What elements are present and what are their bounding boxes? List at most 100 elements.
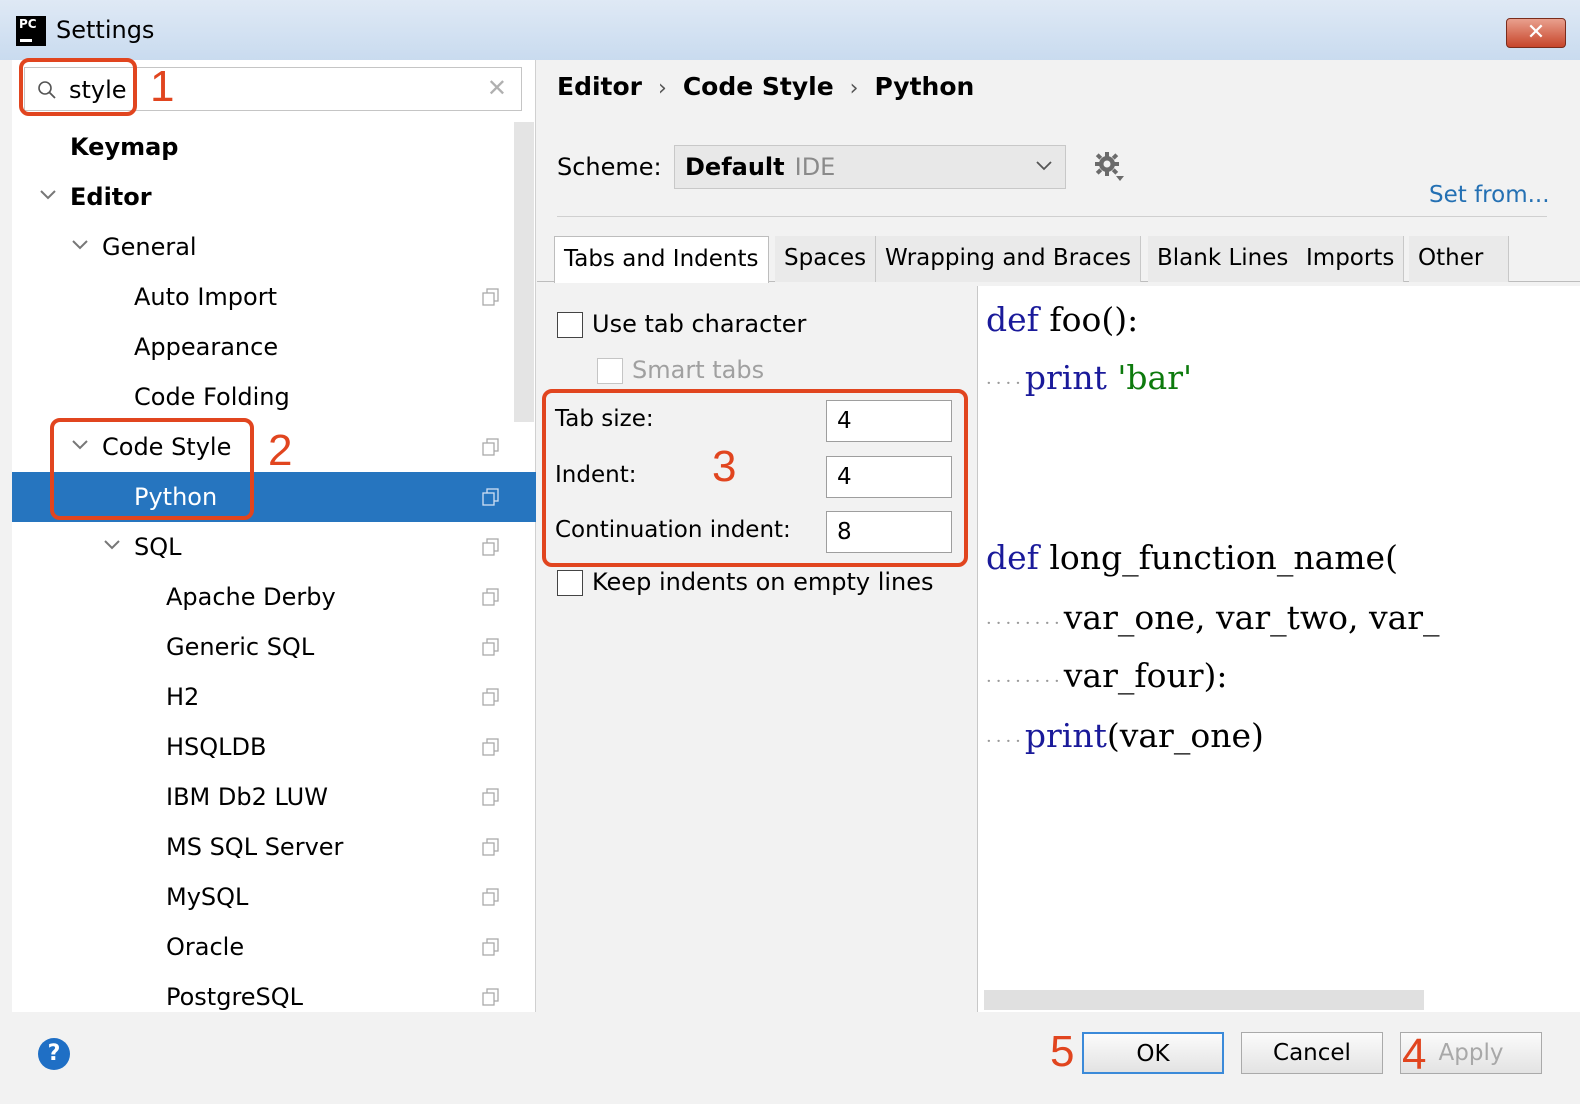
tree-item-label: Auto Import (134, 283, 278, 311)
use-tab-checkbox[interactable] (557, 312, 583, 338)
search-box[interactable]: style ✕ (24, 67, 522, 111)
chevron-down-icon[interactable] (38, 188, 58, 202)
tree-item-generic-sql[interactable]: Generic SQL (12, 622, 536, 672)
copy-icon (482, 988, 499, 1006)
keyword-def: def (986, 538, 1039, 577)
keyword-print: print (1024, 358, 1107, 397)
tab-imports[interactable]: Imports (1297, 236, 1405, 282)
tab-size-label: Tab size: (555, 406, 654, 432)
indent-settings: Use tab character Smart tabs Tab size: 4… (537, 284, 977, 1012)
tree-item-appearance[interactable]: Appearance (12, 322, 536, 372)
scheme-sub: IDE (794, 153, 836, 181)
tree-item-sql[interactable]: SQL (12, 522, 536, 572)
annotation-number-1: 1 (150, 62, 175, 111)
whitespace-marker: ···· (986, 731, 1025, 752)
keep-indents-label: Keep indents on empty lines (592, 568, 934, 596)
preview-scrollbar[interactable] (984, 990, 1424, 1010)
tree-item-label: MS SQL Server (166, 833, 344, 861)
copy-icon (482, 688, 499, 706)
settings-window: PC Settings ✕ style ✕ Keymap Editor Gene… (0, 0, 1580, 1104)
tree-item-label: Appearance (134, 333, 279, 361)
tree-item-auto-import[interactable]: Auto Import (12, 272, 536, 322)
tree-item-h2[interactable]: H2 (12, 672, 536, 722)
app-icon: PC (16, 16, 46, 46)
copy-icon (482, 588, 499, 606)
code-text: var_one, var_two, var_ (1063, 598, 1440, 637)
tree-item-general[interactable]: General (12, 222, 536, 272)
settings-content-panel: Editor › Code Style › Python Scheme: Default… (537, 60, 1580, 1012)
tree-item-label: Apache Derby (166, 583, 336, 611)
tab-size-input[interactable]: 4 (826, 400, 952, 442)
copy-icon (482, 938, 499, 956)
cancel-button[interactable]: Cancel (1241, 1032, 1383, 1074)
tab-wrapping-and-braces[interactable]: Wrapping and Braces (876, 236, 1142, 282)
gear-icon[interactable] (1092, 150, 1126, 184)
tree-item-label: SQL (134, 533, 182, 561)
tree-item-label: Generic SQL (166, 633, 315, 661)
code-preview[interactable]: def foo(): ····print 'bar' def long_func… (977, 286, 1580, 1012)
keyword-def: def (986, 300, 1039, 339)
keyword-print: print (1024, 716, 1107, 755)
copy-icon (482, 288, 499, 306)
copy-icon (482, 488, 499, 506)
tree-scrollbar[interactable] (514, 122, 534, 422)
tree-item-ms-sql-server[interactable]: MS SQL Server (12, 822, 536, 872)
breadcrumb: Editor › Code Style › Python (557, 72, 974, 101)
code-text: foo(): (1049, 300, 1139, 339)
indent-label: Indent: (555, 462, 637, 488)
close-icon: ✕ (1526, 20, 1546, 45)
continuation-indent-input[interactable]: 8 (826, 511, 952, 553)
breadcrumb-separator: › (849, 76, 859, 101)
tree-item-label: Code Folding (134, 383, 290, 411)
tab-other[interactable]: Other (1409, 236, 1509, 282)
search-input[interactable]: style (69, 76, 127, 104)
string-literal: 'bar' (1117, 358, 1193, 397)
help-button[interactable]: ? (38, 1038, 70, 1070)
tree-item-mysql[interactable]: MySQL (12, 872, 536, 922)
copy-icon (482, 888, 499, 906)
app-icon-text: PC (19, 17, 37, 31)
tree-item-hsqldb[interactable]: HSQLDB (12, 722, 536, 772)
tree-item-label: Python (134, 483, 218, 511)
tree-item-python[interactable]: Python (12, 472, 536, 522)
scheme-name: Default (685, 153, 785, 181)
chevron-down-icon[interactable] (70, 238, 90, 252)
keep-indents-checkbox[interactable] (557, 570, 583, 596)
close-button[interactable]: ✕ (1506, 18, 1566, 48)
copy-icon (482, 538, 499, 556)
search-icon (38, 81, 56, 99)
code-line: ········var_one, var_two, var_ (986, 598, 1440, 637)
smart-tabs-checkbox[interactable] (597, 358, 623, 384)
scheme-dropdown[interactable]: Default IDE (674, 145, 1066, 189)
tab-spaces[interactable]: Spaces (775, 236, 877, 282)
tree-item-apache-derby[interactable]: Apache Derby (12, 572, 536, 622)
tree-item-ibm-db2-luw[interactable]: IBM Db2 LUW (12, 772, 536, 822)
tree-item-code-folding[interactable]: Code Folding (12, 372, 536, 422)
tree-item-oracle[interactable]: Oracle (12, 922, 536, 972)
tree-item-label: HSQLDB (166, 733, 267, 761)
title-bar: PC Settings ✕ (0, 0, 1580, 60)
continuation-indent-label: Continuation indent: (555, 517, 791, 543)
code-line: def foo(): (986, 300, 1138, 339)
indent-input[interactable]: 4 (826, 456, 952, 498)
dialog-footer: ? OK Cancel Apply (12, 1012, 1580, 1094)
code-line: ····print(var_one) (986, 716, 1264, 755)
tree-item-keymap[interactable]: Keymap (12, 122, 536, 172)
tree-item-editor[interactable]: Editor (12, 172, 536, 222)
settings-tree-panel: style ✕ Keymap Editor General Auto Impor… (12, 60, 536, 1012)
chevron-down-icon[interactable] (102, 538, 122, 552)
tab-blank-lines[interactable]: Blank Lines (1148, 236, 1299, 282)
copy-icon (482, 438, 499, 456)
set-from-link[interactable]: Set from... (1429, 182, 1550, 208)
whitespace-marker: ········ (986, 671, 1064, 692)
tab-tabs-and-indents[interactable]: Tabs and Indents (554, 236, 769, 283)
breadcrumb-separator: › (658, 76, 667, 101)
chevron-down-icon[interactable] (70, 438, 90, 452)
ok-button[interactable]: OK (1082, 1032, 1224, 1074)
code-text: var_four): (1063, 656, 1228, 695)
copy-icon (482, 738, 499, 756)
code-text: long_function_name( (1049, 538, 1398, 577)
tree-item-label: Oracle (166, 933, 245, 961)
clear-icon[interactable]: ✕ (487, 74, 507, 102)
code-line: ········var_four): (986, 656, 1227, 695)
